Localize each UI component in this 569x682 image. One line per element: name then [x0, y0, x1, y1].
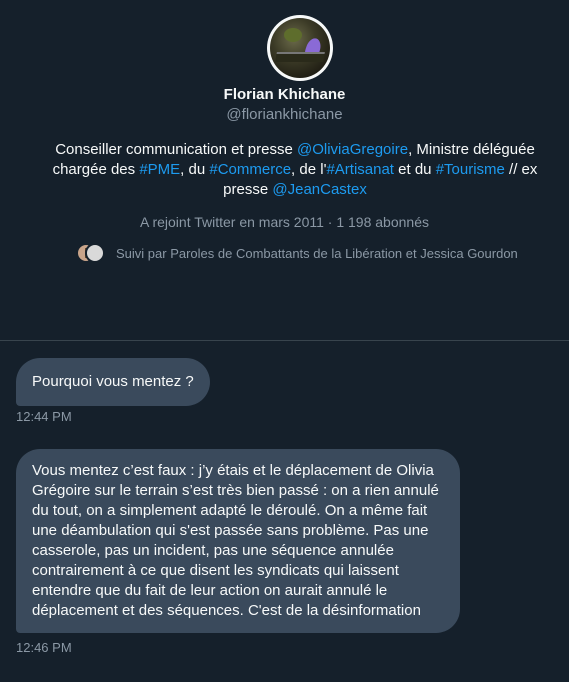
- follower-avatar: [85, 243, 105, 263]
- profile-joined-followers: A rejoint Twitter en mars 2011 · 1 198 a…: [140, 214, 429, 230]
- bio-text: Conseiller communication et presse: [55, 141, 297, 158]
- mention-link[interactable]: @JeanCastex: [272, 181, 366, 198]
- hashtag-link[interactable]: #Commerce: [209, 161, 291, 178]
- bio-text: et du: [393, 161, 436, 178]
- message-bubble[interactable]: Vous mentez c’est faux : j’y étais et le…: [16, 449, 460, 633]
- bio-text: , de l': [291, 161, 327, 178]
- followed-by-text: Suivi par Paroles de Combattants de la L…: [116, 245, 518, 261]
- follower-avatars: [76, 243, 106, 263]
- bio-text: , du: [180, 161, 210, 178]
- dm-conversation: Florian Khichane @floriankhichane Consei…: [0, 0, 569, 682]
- message-bubble[interactable]: Pourquoi vous mentez ?: [16, 358, 210, 406]
- profile-bio: Conseiller communication et presse @Oliv…: [40, 140, 550, 200]
- hashtag-link[interactable]: #Artisanat: [326, 161, 394, 178]
- profile-name[interactable]: Florian Khichane: [0, 86, 569, 103]
- hashtag-link[interactable]: #PME: [139, 161, 180, 178]
- divider: [0, 340, 569, 341]
- avatar-image: [270, 18, 330, 78]
- mention-link[interactable]: @OliviaGregoire: [297, 141, 408, 158]
- message-timestamp: 12:46 PM: [16, 640, 72, 655]
- message-timestamp: 12:44 PM: [16, 409, 72, 424]
- profile-avatar[interactable]: [267, 15, 333, 81]
- profile-handle: @floriankhichane: [226, 106, 343, 123]
- hashtag-link[interactable]: #Tourisme: [436, 161, 505, 178]
- followed-by[interactable]: Suivi par Paroles de Combattants de la L…: [76, 243, 518, 263]
